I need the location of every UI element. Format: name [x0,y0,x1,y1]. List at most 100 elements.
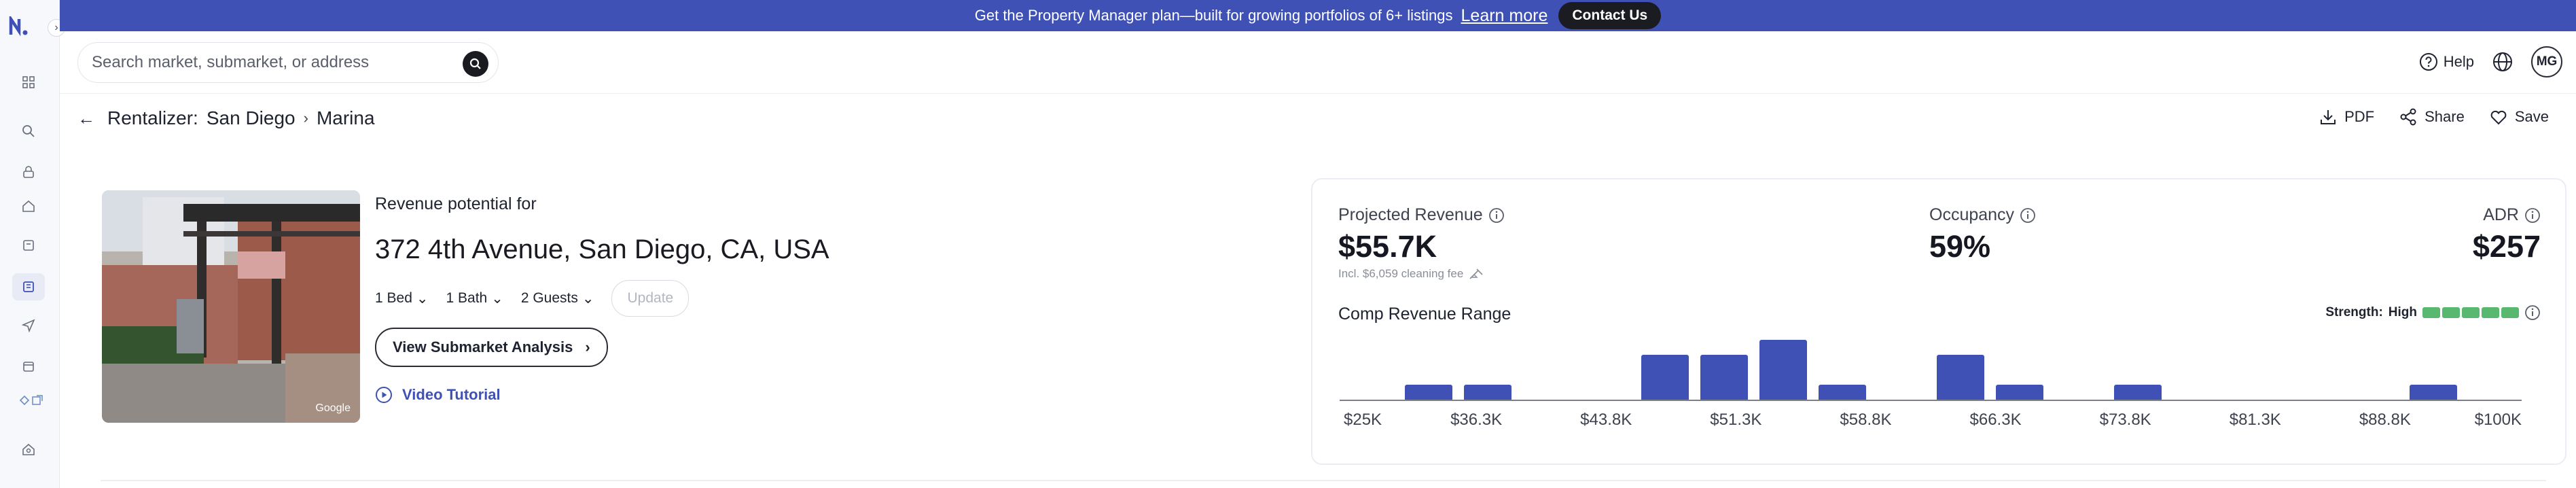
chevron-down-icon: ⌄ [416,290,429,307]
contact-us-button[interactable]: Contact Us [1558,2,1662,29]
street-view-image [102,190,360,423]
save-button[interactable]: Save [2489,107,2549,126]
search-button[interactable] [463,51,488,77]
histogram-tick-label: $73.8K [2099,411,2151,429]
chevron-down-icon: ⌄ [491,290,503,307]
top-bar: Help MG [60,31,2576,94]
histogram-tick-label: $66.3K [1969,411,2022,429]
logo-icon[interactable] [9,16,29,37]
home-icon[interactable] [20,197,37,215]
histogram-tick-label: $81.3K [2229,411,2281,429]
guests-dropdown[interactable]: 2 Guests ⌄ [521,290,594,307]
breadcrumb-submarket[interactable]: Marina [317,107,375,129]
histogram-tick-label: $51.3K [1710,411,1762,429]
strength-segment [2422,307,2440,318]
histogram-bar[interactable] [2113,385,2162,400]
external-link-icon[interactable] [15,391,48,409]
settings-icon[interactable] [20,440,37,458]
adr-value: $257 [2472,229,2541,264]
search-nav-icon[interactable] [20,122,37,140]
filter-row: 1 Bed ⌄ 1 Bath ⌄ 2 Guests ⌄ Update [375,280,986,317]
info-icon[interactable] [2524,304,2541,321]
histogram-bar[interactable] [1759,340,1807,400]
histogram-tick-label: $100K [2474,411,2522,429]
chevron-right-icon: › [303,109,308,126]
baths-dropdown[interactable]: 1 Bath ⌄ [446,290,503,307]
help-button[interactable]: Help [2419,52,2474,71]
globe-icon[interactable] [2492,51,2514,73]
avatar[interactable]: MG [2531,46,2562,77]
adr-metric: ADR $257 [2473,205,2541,264]
learn-more-link[interactable]: Learn more [1461,6,1548,26]
update-button[interactable]: Update [611,280,690,317]
strength-segment [2501,307,2519,318]
search-input[interactable] [92,53,445,72]
revenue-potential-label: Revenue potential for [375,194,537,213]
histogram-bar[interactable] [1995,385,2043,400]
download-icon [2321,110,2336,124]
strength-indicator: Strength: High [2325,304,2541,321]
search-icon [469,58,481,69]
breadcrumb-market[interactable]: San Diego [207,107,296,129]
histogram-tick-label: $25K [1344,411,1382,429]
histogram-tick-label: $58.8K [1840,411,1892,429]
comp-revenue-histogram [1340,340,2522,401]
comp-revenue-range-title: Comp Revenue Range [1338,304,1511,324]
cleaning-fee-note: Incl. $6,059 cleaning fee [1338,267,1464,280]
beds-value: 1 Bed [375,290,412,306]
promo-banner: Get the Property Manager plan—built for … [60,0,2576,31]
dashboard-icon[interactable] [20,73,37,91]
histogram-tick-label: $88.8K [2359,411,2411,429]
cleaning-icon [1469,268,1483,279]
histogram-axis: $25K $36.3K $43.8K $51.3K $58.8K $66.3K $73.8K… [1340,411,2522,438]
breadcrumb-product: Rentalizer: [107,107,198,128]
property-photo[interactable]: Google [102,190,360,423]
sidebar: › [0,0,65,488]
video-tutorial-label: Video Tutorial [402,386,501,403]
histogram-bar[interactable] [1641,355,1689,400]
info-icon[interactable] [2020,207,2036,224]
view-submarket-analysis-button[interactable]: View Submarket Analysis › [375,328,608,367]
help-icon [2419,53,2437,71]
share-button[interactable]: Share [2399,107,2465,126]
banner-message: Get the Property Manager plan—built for … [974,7,1453,24]
occupancy-metric: Occupancy 59% [1929,205,2036,264]
info-icon[interactable] [1488,207,1505,224]
info-icon[interactable] [2524,207,2541,224]
projected-revenue-metric: Projected Revenue $55.7K Incl. $6,059 cl… [1338,205,1505,281]
photo-credit: Google [315,402,351,414]
property-address: 372 4th Avenue, San Diego, CA, USA [375,234,829,264]
chevron-down-icon: ⌄ [582,290,594,307]
histogram-bar[interactable] [1936,355,1984,400]
occupancy-label: Occupancy [1929,205,2015,224]
calendar-icon[interactable] [20,358,37,375]
page-actions: PDF Share Save [2319,107,2549,126]
play-icon [376,387,392,403]
bookmark-icon[interactable] [20,237,37,254]
beds-dropdown[interactable]: 1 Bed ⌄ [375,290,429,307]
property-card: Google Revenue potential for 372 4th Ave… [84,150,2576,476]
video-tutorial-link[interactable]: Video Tutorial [375,386,986,404]
strength-segment [2482,307,2499,318]
strength-label: Strength: [2325,305,2383,319]
histogram-bar[interactable] [1404,385,1452,400]
histogram-bar[interactable] [1818,385,1866,400]
pdf-button[interactable]: PDF [2319,107,2374,126]
submarket-button-label: View Submarket Analysis [393,338,573,355]
top-right-controls: Help MG [2419,46,2562,77]
back-arrow-icon[interactable]: ← [77,108,95,129]
lock-icon[interactable] [20,163,37,181]
histogram-bar[interactable] [1463,385,1511,400]
baths-value: 1 Bath [446,290,488,306]
strength-segment [2442,307,2460,318]
histogram-bar[interactable] [1700,355,1748,400]
send-icon[interactable] [20,317,37,334]
histogram-tick-label: $43.8K [1580,411,1632,429]
histogram-bar[interactable] [2409,385,2457,400]
share-label: Share [2425,108,2465,125]
rentalizer-icon[interactable] [12,273,45,300]
breadcrumb: ← Rentalizer: San Diego › Marina [77,107,375,129]
revenue-panel: Projected Revenue $55.7K Incl. $6,059 cl… [1311,178,2566,465]
strength-segment [2462,307,2480,318]
share-icon [2400,108,2416,126]
